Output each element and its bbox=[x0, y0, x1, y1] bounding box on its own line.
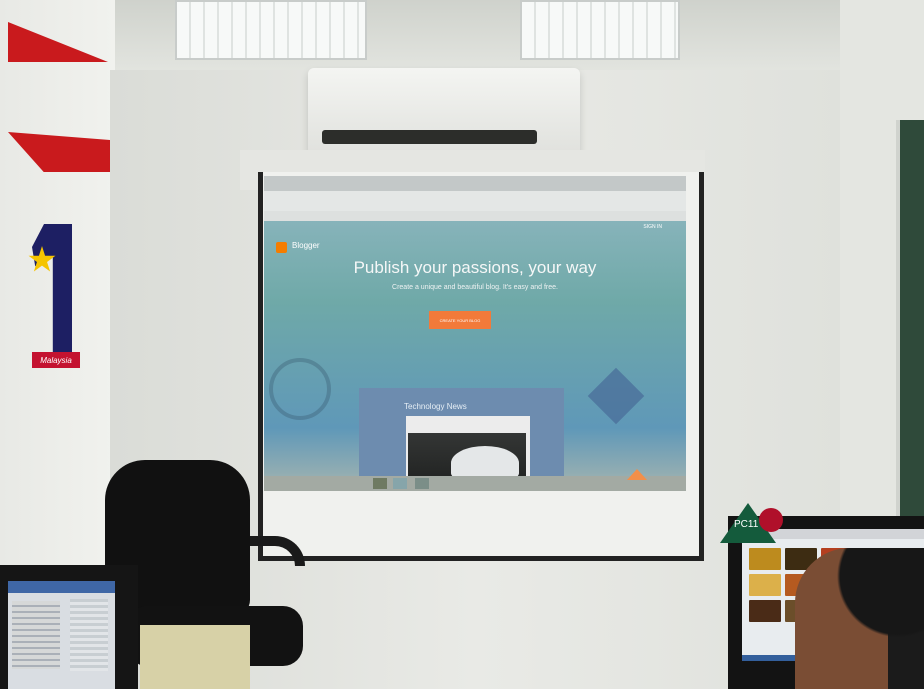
image-thumbnail[interactable] bbox=[749, 574, 781, 596]
image-thumbnail[interactable] bbox=[749, 600, 781, 622]
badge-text: PC11 bbox=[734, 519, 759, 530]
red-stripe-bottom bbox=[8, 132, 110, 172]
ceiling-light-left bbox=[175, 0, 367, 60]
page-headline: Publish your passions, your way bbox=[353, 258, 597, 277]
ceiling bbox=[0, 0, 924, 70]
taskbar-app-icon[interactable] bbox=[415, 478, 429, 489]
malaysia-logo: Malaysia bbox=[24, 224, 82, 374]
preview-title: Technology News bbox=[404, 402, 467, 411]
windows-taskbar bbox=[264, 469, 686, 491]
left-monitor-content bbox=[12, 601, 60, 669]
red-stripe-top bbox=[8, 22, 108, 62]
browser-bookmarks-bar bbox=[264, 211, 686, 221]
preview-dome-image bbox=[451, 446, 519, 480]
number-one-shape bbox=[32, 224, 72, 352]
taskbar-folder-icon[interactable] bbox=[393, 478, 407, 489]
page-subheadline: Create a unique and beautiful blog. It's… bbox=[392, 284, 558, 291]
air-conditioner-vent bbox=[322, 130, 537, 144]
create-blog-button[interactable]: CREATE YOUR BLOG bbox=[429, 311, 491, 329]
window bbox=[896, 120, 924, 520]
decorative-square-icon bbox=[587, 367, 645, 425]
browser-tab-bar bbox=[264, 176, 686, 191]
person-at-desk bbox=[795, 548, 924, 689]
malaysia-logo-text: Malaysia bbox=[32, 352, 80, 368]
left-monitor bbox=[0, 565, 138, 689]
left-monitor-screen bbox=[8, 581, 115, 689]
badge-red-circle bbox=[759, 508, 783, 532]
ceiling-light-right bbox=[520, 0, 680, 60]
pc-badge: PC11 bbox=[720, 503, 784, 543]
chair-arm bbox=[250, 536, 305, 566]
blogger-logo-icon bbox=[276, 242, 287, 253]
image-thumbnail[interactable] bbox=[749, 548, 781, 570]
blogger-brand-label: Blogger bbox=[292, 241, 320, 250]
projected-browser-window: Blogger SIGN IN Publish your passions, y… bbox=[264, 176, 686, 491]
decorative-circle-icon bbox=[269, 358, 331, 420]
sign-in-link[interactable]: SIGN IN bbox=[643, 224, 662, 230]
taskbar-notification-icon bbox=[627, 469, 647, 480]
taskbar-chrome-icon[interactable] bbox=[373, 478, 387, 489]
photo-scene: Malaysia Blogger SIGN IN Publish your pa… bbox=[0, 0, 924, 689]
left-monitor-header bbox=[8, 581, 115, 593]
browser-address-bar bbox=[264, 191, 686, 211]
table-cloth bbox=[140, 625, 250, 689]
left-monitor-sidebar bbox=[70, 599, 108, 671]
